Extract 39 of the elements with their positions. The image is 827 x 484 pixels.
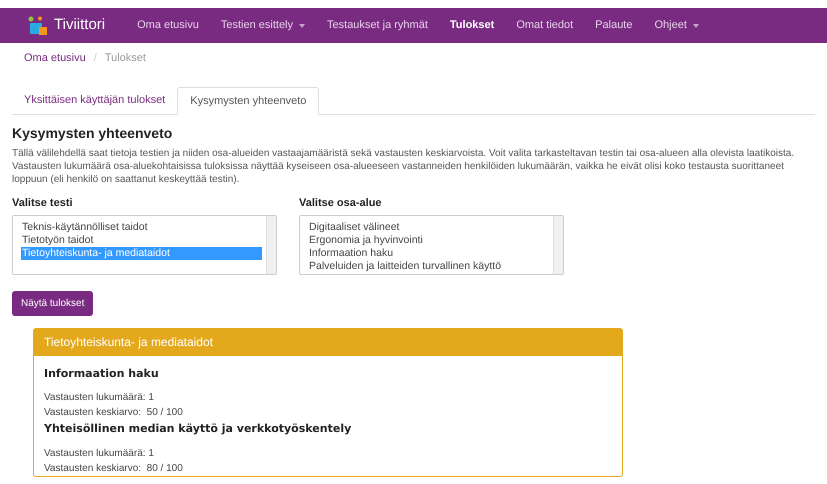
list-option[interactable]: Ergonomia ja hyvinvointi (309, 234, 549, 246)
show-results-button[interactable]: Näytä tulokset (12, 290, 94, 316)
list-box[interactable]: Teknis-käytännölliset taidot Tietotyön taidot Tietoyhteiskunta- ja mediataidot (12, 214, 277, 274)
breadcrumb-separator: / (94, 50, 97, 66)
list-option[interactable]: Palveluiden ja laitteiden turvallinen käyttö (309, 260, 549, 272)
paragraph: Tällä välilehdellä saat tietoja testien ja niiden osa-alueiden vastaajamääristä sekä vastausten keskiarvoista. Voit valita tarkasteltavan testin tai osa-alueen alla olevista laatikoista. (12, 147, 796, 160)
nav-link[interactable]: Palaute (595, 17, 632, 34)
breadcrumb-link[interactable]: Oma etusivu (24, 50, 86, 66)
caret-icon (299, 24, 306, 28)
field-label: Valitse testi (12, 196, 74, 211)
result-line: Vastausten lukumäärä: 1 (44, 391, 155, 405)
list-option[interactable]: Digitaaliset välineet (309, 220, 549, 234)
nav-link[interactable]: Ohjeet (654, 17, 699, 34)
result-line: Vastausten keskiarvo: 80 / 100 (44, 462, 184, 476)
scrollbar[interactable] (553, 216, 563, 274)
list-option[interactable]: Tietotyön taidot (22, 234, 262, 246)
tab[interactable]: Kysymysten yhteenveto (177, 87, 320, 115)
section-title: Informaation haku (44, 366, 160, 382)
list-option[interactable]: Teknis-käytännölliset taidot (22, 220, 262, 234)
result-line: Vastausten lukumäärä: 1 (44, 446, 155, 460)
list-option[interactable]: Informaation haku (309, 246, 549, 260)
nav-link[interactable]: Tulokset (450, 17, 494, 34)
paragraph: Vastausten lukumäärä osa-aluekohtaisissa tuloksissa näyttää kyseiseen osa-alueeseen vastanneiden henkilöiden lukumäärän, vaikka he eivät olisi koko testausta suorittaneet loppuun (eli henkilö on saattanut keskeyttää testin). (12, 160, 785, 186)
nav-link[interactable]: Oma etusivu (137, 17, 199, 34)
list-box[interactable]: Digitaaliset välineet Ergonomia ja hyvinvointi Informaation haku Palveluiden ja laitteiden turvallinen käyttö (299, 214, 564, 274)
panel-title: Tietoyhteiskunta- ja mediataidot (34, 328, 622, 356)
field-label: Valitse osa-alue (299, 196, 383, 211)
section-title: Yhteisöllinen median käyttö ja verkkotyöskentely (44, 421, 352, 437)
nav-link[interactable]: Testaukset ja ryhmät (327, 17, 428, 34)
logo-icon (27, 16, 49, 36)
scrollbar[interactable] (266, 216, 276, 274)
page-heading: Kysymysten yhteenveto (11, 124, 174, 143)
caret-icon (692, 24, 699, 28)
tab[interactable]: Yksittäisen käyttäjän tulokset (12, 86, 178, 114)
nav-link[interactable]: Omat tiedot (516, 17, 574, 34)
nav-link[interactable]: Testien esittely (220, 17, 306, 34)
result-line: Vastausten keskiarvo: 50 / 100 (44, 406, 184, 420)
breadcrumb-current: Tulokset (104, 50, 146, 66)
brand-name[interactable]: Tiviittori (54, 14, 106, 37)
